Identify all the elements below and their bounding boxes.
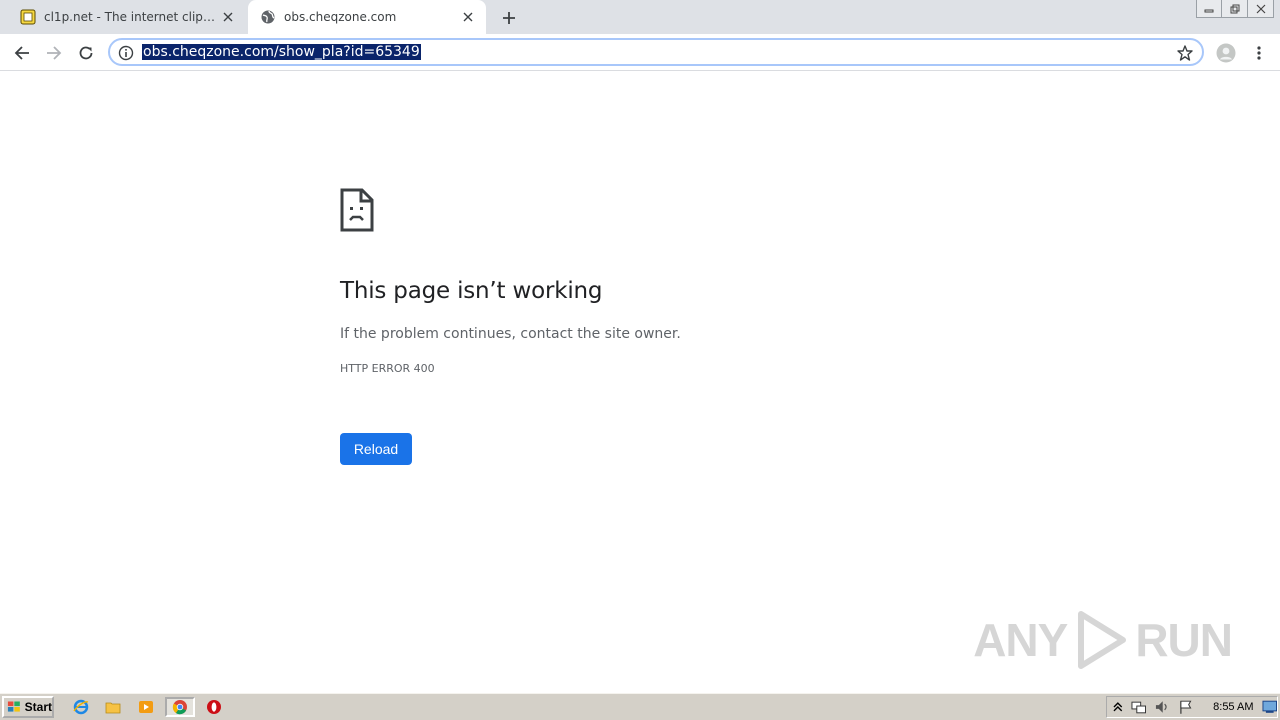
forward-button[interactable] — [40, 39, 68, 67]
restore-button[interactable] — [1222, 0, 1248, 18]
error-code: HTTP ERROR 400 — [340, 362, 435, 375]
back-button[interactable] — [8, 39, 36, 67]
tab-strip: cl1p.net - The internet clipboard obs.ch… — [0, 0, 1280, 34]
menu-button[interactable] — [1245, 39, 1273, 67]
taskbar: Start 8:55 AM — [0, 692, 1280, 720]
windows-logo-icon — [7, 701, 20, 712]
browser-toolbar: obs.cheqzone.com/show_pla?id=65349 — [0, 34, 1280, 71]
close-tab-icon[interactable] — [220, 9, 236, 25]
bookmark-star-icon[interactable] — [1176, 44, 1194, 62]
close-icon — [1256, 4, 1265, 13]
start-label: Start — [24, 700, 52, 714]
error-title: This page isn’t working — [340, 278, 603, 304]
volume-icon[interactable] — [1154, 699, 1169, 715]
globe-icon — [260, 9, 276, 25]
more-vert-icon — [1257, 46, 1261, 60]
close-tab-icon[interactable] — [460, 9, 476, 25]
address-bar[interactable]: obs.cheqzone.com/show_pla?id=65349 — [108, 38, 1204, 66]
media-player-icon — [139, 701, 153, 713]
ie-launch[interactable] — [70, 697, 92, 717]
network-icon[interactable] — [1131, 699, 1146, 715]
restore-icon — [1230, 4, 1239, 13]
page-content: This page isn’t working If the problem c… — [0, 72, 1280, 692]
close-window-button[interactable] — [1248, 0, 1274, 18]
error-message: If the problem continues, contact the si… — [340, 326, 681, 342]
internet-explorer-icon — [73, 699, 89, 715]
minimize-icon — [1204, 9, 1214, 12]
start-button[interactable]: Start — [2, 696, 54, 718]
tab-title: obs.cheqzone.com — [284, 10, 397, 24]
chrome-icon — [172, 700, 187, 715]
refresh-icon — [79, 46, 93, 60]
explorer-launch[interactable] — [102, 697, 124, 717]
folder-icon — [105, 702, 121, 714]
reload-page-button[interactable] — [72, 39, 100, 67]
plus-icon — [503, 12, 515, 24]
show-hidden-icons-icon[interactable] — [1113, 701, 1123, 713]
avatar-icon — [1216, 43, 1236, 63]
tab-title: cl1p.net - The internet clipboard — [44, 10, 220, 24]
taskbar-clock[interactable]: 8:55 AM — [1213, 701, 1253, 713]
tab-cl1p[interactable]: cl1p.net - The internet clipboard — [8, 0, 246, 34]
watermark-text-right: RUN — [1135, 614, 1233, 666]
profile-button[interactable] — [1212, 39, 1240, 67]
cl1p-favicon-icon — [20, 9, 36, 25]
info-icon[interactable] — [118, 45, 134, 61]
sad-page-icon — [340, 188, 374, 232]
show-desktop-icon[interactable] — [1261, 700, 1277, 714]
new-tab-button[interactable] — [498, 7, 520, 29]
tab-cheqzone[interactable]: obs.cheqzone.com — [248, 0, 486, 34]
anyrun-watermark: ANY RUN — [973, 610, 1233, 670]
reload-button[interactable]: Reload — [340, 433, 412, 465]
play-logo-icon — [1078, 611, 1127, 669]
arrow-left-icon — [14, 46, 29, 60]
chrome-taskbar-button[interactable] — [165, 697, 195, 717]
url-text[interactable]: obs.cheqzone.com/show_pla?id=65349 — [142, 44, 421, 60]
watermark-text-left: ANY — [973, 614, 1068, 666]
minimize-button[interactable] — [1196, 0, 1222, 18]
system-tray: 8:55 AM — [1106, 696, 1278, 718]
media-player-launch[interactable] — [135, 697, 157, 717]
action-center-flag-icon[interactable] — [1178, 699, 1193, 715]
opera-icon — [207, 700, 221, 714]
opera-taskbar-button[interactable] — [203, 697, 225, 717]
arrow-right-icon — [47, 46, 62, 60]
window-controls — [1196, 0, 1274, 18]
